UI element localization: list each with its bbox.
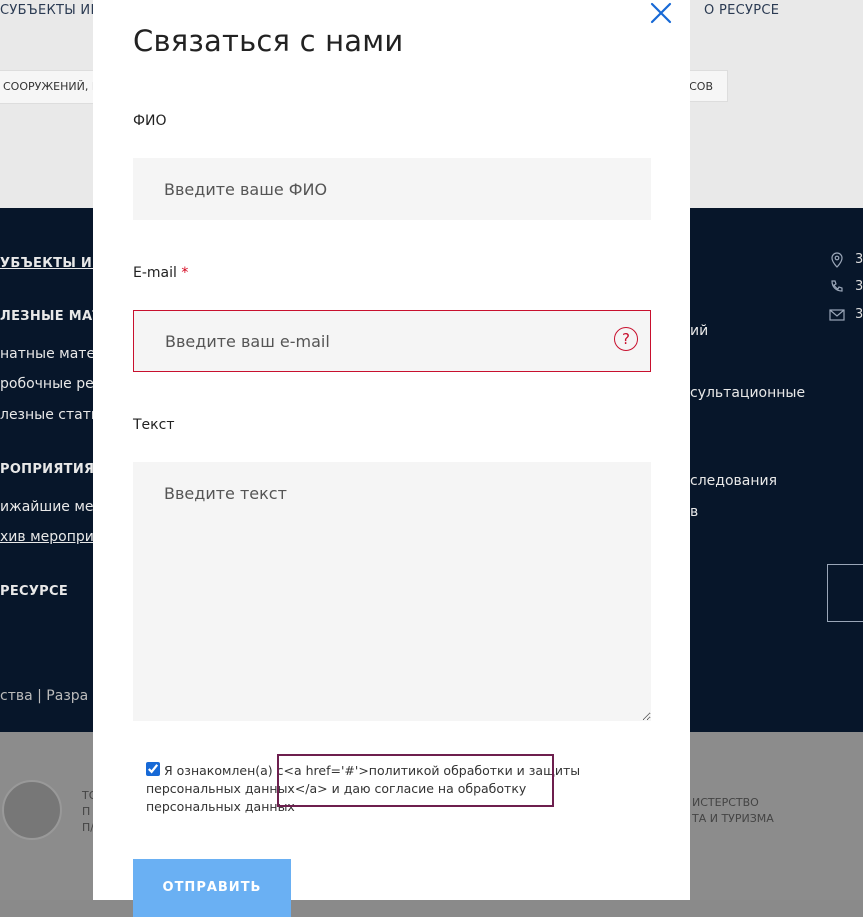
footer-heading: ЛЕЗНЫЕ МАТ <box>0 309 102 324</box>
coat-of-arms-logo <box>2 780 62 840</box>
fio-label: ФИО <box>133 113 167 129</box>
fio-input[interactable] <box>133 158 651 220</box>
submit-button[interactable]: ОТПРАВИТЬ <box>133 859 291 917</box>
footer-link[interactable]: робочные рес <box>0 376 101 392</box>
partner-text: П <box>82 805 91 818</box>
nav-item-about[interactable]: О РЕСУРСЕ <box>704 3 779 18</box>
email-label: E-mail * <box>133 265 188 281</box>
footer-heading: РЕСУРСЕ <box>0 584 69 599</box>
footer-link[interactable]: сультационные <box>690 385 805 401</box>
footer-heading: РОПРИЯТИЯ <box>0 462 95 477</box>
highlight-box <box>277 754 554 807</box>
close-icon[interactable] <box>648 0 674 26</box>
text-label: Текст <box>133 417 175 433</box>
partner-text: ИСТЕРСТВО <box>692 796 759 809</box>
footer-links-row[interactable]: ства | Разра <box>0 688 88 704</box>
mail-icon <box>829 309 845 321</box>
email-label-text: E-mail <box>133 265 177 281</box>
phone-icon <box>831 280 843 292</box>
footer-link[interactable]: следования <box>690 473 777 489</box>
footer-link[interactable]: в <box>690 504 698 520</box>
message-textarea[interactable] <box>133 462 651 721</box>
modal-title: Связаться с нами <box>133 24 404 58</box>
error-question-icon: ? <box>614 327 638 351</box>
location-icon <box>831 252 843 268</box>
footer-contact-text: 3 <box>855 252 863 267</box>
partner-text: ТА И ТУРИЗМА <box>692 812 774 825</box>
required-marker: * <box>181 265 189 281</box>
footer-contact-text: 3 <box>855 279 863 294</box>
footer-link[interactable]: натные матер <box>0 346 104 362</box>
footer-contact-text: 3 <box>855 307 863 322</box>
footer-link[interactable]: лезные стать <box>0 407 99 423</box>
footer-link[interactable]: ий <box>690 323 708 339</box>
email-input[interactable] <box>133 310 651 372</box>
footer-link[interactable]: хив меропри <box>0 529 94 545</box>
footer-link[interactable]: ижайшие мер <box>0 499 102 515</box>
footer-button[interactable] <box>827 564 863 622</box>
